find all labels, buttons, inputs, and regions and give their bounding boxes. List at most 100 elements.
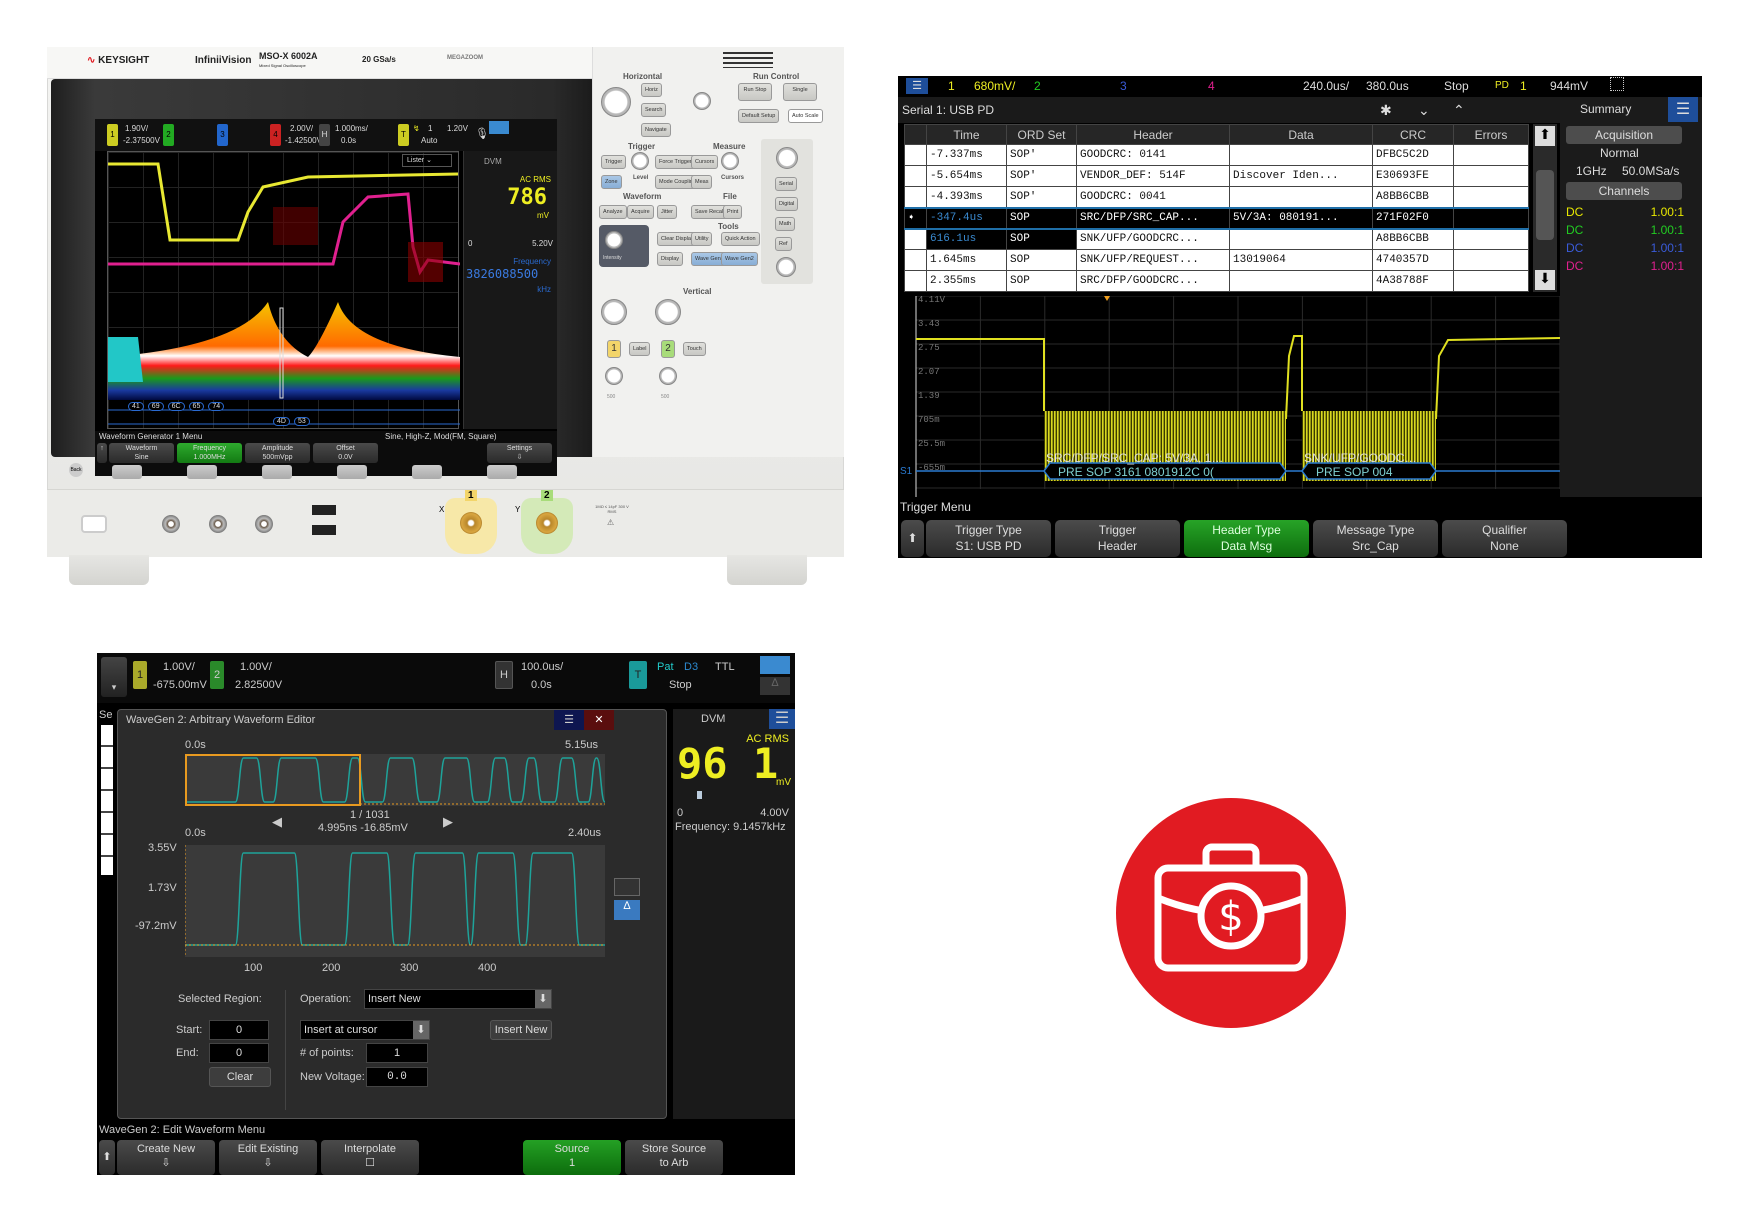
- multiplex-scale-knob[interactable]: [776, 147, 798, 169]
- softkey-source[interactable]: Source 1: [523, 1140, 621, 1175]
- softkey-store-source[interactable]: Store Source to Arb: [625, 1140, 723, 1175]
- table-row[interactable]: 2.355ms SOP SRC/DFP/GOODCRC... 4A38788F: [904, 270, 1529, 292]
- ref-button[interactable]: Ref: [775, 237, 792, 251]
- ch1-button[interactable]: 1: [607, 340, 621, 358]
- serial-button[interactable]: Serial: [775, 177, 798, 191]
- table-row[interactable]: 1.645ms SOP SNK/UFP/REQUEST... 13019064 4740…: [904, 249, 1529, 271]
- touch-button[interactable]: Touch: [683, 342, 706, 356]
- lister-button[interactable]: Lister ⌄: [402, 154, 452, 167]
- column-errors[interactable]: Errors: [1453, 124, 1529, 145]
- column-crc[interactable]: CRC: [1372, 124, 1454, 145]
- softkey-message-type[interactable]: Message Type Src_Cap: [1313, 520, 1438, 557]
- math-button[interactable]: Math: [775, 217, 796, 231]
- back-button[interactable]: Back: [69, 463, 83, 477]
- jitter-button[interactable]: Jitter: [657, 205, 677, 219]
- column-ord-set[interactable]: ORD Set: [1006, 124, 1077, 145]
- gear-icon[interactable]: ✱: [1380, 97, 1392, 123]
- zoom-select-icon[interactable]: [1610, 77, 1624, 91]
- ch2-label[interactable]: 2: [1034, 76, 1041, 96]
- trigger-chip[interactable]: T: [629, 661, 647, 689]
- ch4-chip[interactable]: 4: [270, 124, 281, 146]
- ch2-chip[interactable]: 2: [163, 124, 174, 146]
- menu-icon[interactable]: ☰: [554, 710, 584, 730]
- ch4-label[interactable]: 4: [1208, 76, 1215, 96]
- acquire-button[interactable]: Acquire: [627, 205, 654, 219]
- horizontal-chip[interactable]: H: [319, 124, 330, 146]
- auto-scale-button[interactable]: Auto Scale: [788, 109, 823, 123]
- scroll-up-icon[interactable]: ⬆: [1535, 126, 1555, 146]
- label-button[interactable]: Label: [629, 342, 651, 356]
- ch2-scale-knob[interactable]: [655, 299, 681, 325]
- ch1-chip[interactable]: 1: [133, 661, 147, 689]
- column-data[interactable]: Data: [1229, 124, 1373, 145]
- wavegen2-button[interactable]: Wave Gen2: [721, 252, 758, 266]
- next-point-icon[interactable]: ▶: [443, 814, 453, 830]
- ch3-chip[interactable]: 3: [217, 124, 228, 146]
- softkey-trigger[interactable]: Trigger Header: [1055, 520, 1180, 557]
- cursors-button[interactable]: Cursors: [691, 155, 719, 169]
- quick-action-button[interactable]: Quick Action: [721, 232, 760, 246]
- navigate-button[interactable]: Navigate: [641, 123, 671, 137]
- zoom-select-icon[interactable]: [760, 656, 790, 674]
- softkey-qualifier[interactable]: Qualifier None: [1442, 520, 1567, 557]
- insert-mode-dropdown[interactable]: Insert at cursor ⬇: [300, 1020, 430, 1040]
- voltage-input[interactable]: 0.0: [366, 1067, 428, 1087]
- entry-knob[interactable]: [605, 231, 623, 249]
- softkey-4[interactable]: [337, 465, 367, 479]
- main-waveform[interactable]: [185, 845, 605, 957]
- horizontal-chip[interactable]: H: [495, 661, 513, 689]
- time-scale[interactable]: 240.0us/: [1303, 76, 1349, 96]
- single-button[interactable]: Single: [783, 83, 817, 101]
- column-header[interactable]: Header: [1076, 124, 1230, 145]
- ch3-label[interactable]: 3: [1120, 76, 1127, 96]
- menu-down-icon[interactable]: ▾: [101, 657, 127, 697]
- softkey-trigger-type[interactable]: Trigger Type S1: USB PD: [926, 520, 1051, 557]
- softkey-interpolate[interactable]: Interpolate ☐: [321, 1140, 419, 1175]
- digital-button[interactable]: Digital: [775, 197, 799, 211]
- softkey-header-type[interactable]: Header Type Data Msg: [1184, 520, 1309, 557]
- softkey-5[interactable]: [412, 465, 442, 479]
- scroll-thumb[interactable]: [1536, 170, 1554, 240]
- softkey-create-new[interactable]: Create New ⇩: [117, 1140, 215, 1175]
- cursors-knob[interactable]: [721, 152, 739, 170]
- trigger-chip[interactable]: T: [398, 124, 409, 146]
- overview-waveform[interactable]: [185, 754, 605, 806]
- menu-icon[interactable]: ☰: [1668, 97, 1698, 122]
- table-row[interactable]: -5.654ms SOP' VENDOR_DEF: 514F Discover Ide…: [904, 165, 1529, 187]
- print-button[interactable]: Print: [723, 205, 743, 219]
- points-input[interactable]: 1: [366, 1043, 428, 1063]
- display-button[interactable]: Display: [657, 252, 684, 266]
- power-button[interactable]: [81, 515, 107, 533]
- trigger-level-knob[interactable]: [631, 152, 649, 170]
- cursor-mode-icon[interactable]: ∆: [760, 677, 790, 695]
- ch2-chip[interactable]: 2: [210, 661, 224, 689]
- zoom-select-icon[interactable]: [489, 121, 509, 134]
- horizontal-scale-knob[interactable]: [601, 87, 631, 117]
- horizontal-position-knob[interactable]: [693, 92, 711, 110]
- chevron-double-up-icon[interactable]: ⌃: [1453, 97, 1465, 123]
- menu-up-arrow-icon[interactable]: ⬆: [99, 1140, 115, 1175]
- softkey-2[interactable]: [187, 465, 217, 479]
- table-row[interactable]: ➧ -347.4us SOP SRC/DFP/SRC_CAP... 5V/3A: 080…: [904, 206, 1529, 230]
- force-trigger-button[interactable]: Force Trigger: [655, 155, 696, 169]
- softkey-6[interactable]: [487, 465, 517, 479]
- insert-new-button[interactable]: Insert New: [490, 1020, 552, 1040]
- column-time[interactable]: Time: [926, 124, 1007, 145]
- table-scrollbar[interactable]: ⬆ ⬇: [1533, 124, 1557, 292]
- ch2-button[interactable]: 2: [661, 340, 675, 358]
- analyze-button[interactable]: Analyze: [599, 205, 627, 219]
- menu-up-arrow-icon[interactable]: ⬆: [901, 520, 924, 557]
- close-icon[interactable]: ✕: [584, 710, 614, 730]
- menu-icon[interactable]: ☰: [906, 78, 928, 94]
- zoom-box-icon[interactable]: [614, 878, 640, 896]
- menu-icon[interactable]: ☰: [769, 709, 795, 729]
- edit-point-icon[interactable]: ∆: [614, 900, 640, 920]
- trigger-button[interactable]: Trigger: [601, 155, 627, 169]
- previous-point-icon[interactable]: ◀: [272, 814, 282, 830]
- ch1-position-knob[interactable]: [605, 367, 623, 385]
- search-button[interactable]: Search: [641, 103, 667, 117]
- utility-button[interactable]: Utility: [691, 232, 713, 246]
- table-row[interactable]: -7.337ms SOP' GOODCRC: 0141 DFBC5C2D: [904, 144, 1529, 166]
- run-stop-button[interactable]: Run Stop: [738, 83, 772, 101]
- table-row[interactable]: -4.393ms SOP' GOODCRC: 0041 A8BB6CBB: [904, 186, 1529, 208]
